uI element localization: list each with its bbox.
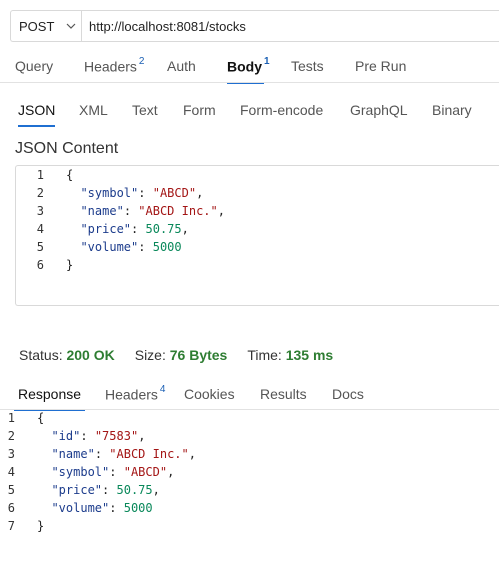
tab-text[interactable]: Text (132, 102, 158, 118)
tab-label: GraphQL (350, 102, 408, 118)
json-content-title: JSON Content (15, 140, 119, 157)
time-label: Time: (247, 347, 282, 363)
tab-pre-run[interactable]: Pre Run (355, 58, 406, 74)
url-input[interactable]: http://localhost:8081/stocks (82, 19, 246, 34)
tab-binary[interactable]: Binary (432, 102, 472, 118)
tab-label: Query (15, 58, 54, 74)
tab-tests[interactable]: Tests (291, 58, 324, 74)
tab-label: Results (260, 386, 307, 402)
line-text: "symbol": "ABCD", (80, 186, 204, 200)
tab-label: Form (183, 102, 216, 118)
tab-body[interactable]: Body 1 (227, 56, 270, 84)
code-line: 3 "name": "ABCD Inc.", (16, 202, 499, 220)
code-line: 3 "name": "ABCD Inc.", (0, 445, 497, 463)
code-line: 4 "price": 50.75, (16, 220, 499, 238)
response-headers-count-badge: 4 (159, 384, 166, 395)
line-text: "volume": 5000 (51, 501, 153, 515)
tab-label: Binary (432, 102, 472, 118)
code-line: 2 "symbol": "ABCD", (16, 184, 499, 202)
chevron-down-icon (66, 23, 76, 29)
line-number: 1 (7, 411, 15, 425)
divider (0, 82, 499, 83)
tab-label: XML (79, 102, 108, 118)
code-line: 2 "id": "7583", (0, 427, 497, 445)
line-text: "name": "ABCD Inc.", (80, 204, 225, 218)
tab-graphql[interactable]: GraphQL (350, 102, 408, 118)
code-line: 4 "symbol": "ABCD", (0, 463, 497, 481)
tab-cookies[interactable]: Cookies (184, 386, 235, 402)
tab-form[interactable]: Form (183, 102, 216, 118)
line-text: "price": 50.75, (51, 483, 160, 497)
response-body: 1{2 "id": "7583", 3 "name": "ABCD Inc.", 4… (0, 409, 497, 535)
tab-auth[interactable]: Auth (167, 58, 196, 74)
tab-response[interactable]: Response (13, 386, 86, 411)
tab-headers[interactable]: Headers 2 (84, 56, 145, 75)
line-number: 6 (36, 258, 44, 272)
code-line: 6 "volume": 5000 (0, 499, 497, 517)
line-number: 2 (36, 186, 44, 200)
tab-label: Body (227, 58, 262, 75)
tab-json[interactable]: JSON (18, 102, 56, 127)
tab-label: Auth (167, 58, 196, 74)
tab-response-headers[interactable]: Headers 4 (105, 384, 166, 403)
line-text: { (66, 168, 74, 182)
tab-label: Tests (291, 58, 324, 74)
tab-label: Text (132, 102, 158, 118)
tab-xml[interactable]: XML (79, 102, 108, 118)
tab-query[interactable]: Query (15, 58, 53, 74)
url-bar: POST http://localhost:8081/stocks (10, 10, 499, 42)
size-item: Size: 76 Bytes (135, 347, 228, 363)
line-text: "symbol": "ABCD", (51, 465, 175, 479)
code-line: 1{ (16, 166, 499, 184)
request-body-editor[interactable]: 1{2 "symbol": "ABCD", 3 "name": "ABCD Inc… (15, 165, 499, 306)
line-number: 4 (36, 222, 44, 236)
code-line: 1{ (0, 409, 497, 427)
line-text: } (37, 519, 45, 533)
line-number: 5 (36, 240, 44, 254)
code-line: 7} (0, 517, 497, 535)
tab-docs[interactable]: Docs (332, 386, 364, 402)
size-label: Size: (134, 347, 166, 363)
line-text: "id": "7583", (51, 429, 146, 443)
headers-count-badge: 2 (138, 56, 145, 67)
tab-label: Form-encode (240, 102, 324, 118)
method-label: POST (19, 18, 55, 34)
code-line: 5 "volume": 5000 (16, 238, 499, 256)
status-value: 200 OK (66, 347, 115, 363)
body-count-badge: 1 (264, 56, 270, 67)
request-code: 1{2 "symbol": "ABCD", 3 "name": "ABCD Inc… (16, 166, 499, 274)
response-status-bar: Status: 200 OK Size: 76 Bytes Time: 135 … (19, 347, 353, 363)
line-number: 2 (7, 429, 15, 443)
tab-label: Headers (84, 58, 137, 75)
status-item: Status: 200 OK (19, 347, 115, 363)
line-text: "price": 50.75, (80, 222, 189, 236)
code-line: 5 "price": 50.75, (0, 481, 497, 499)
tab-label: Pre Run (355, 58, 407, 74)
line-text: } (66, 258, 74, 272)
tab-label: Docs (332, 386, 364, 402)
line-number: 1 (36, 168, 44, 182)
line-number: 5 (7, 483, 15, 497)
method-select[interactable]: POST (11, 11, 82, 41)
line-number: 3 (7, 447, 15, 461)
line-number: 4 (7, 465, 15, 479)
time-value: 135 ms (285, 347, 334, 363)
size-value: 76 Bytes (169, 347, 228, 363)
tab-label: Cookies (184, 386, 235, 402)
line-text: "volume": 5000 (80, 240, 182, 254)
tab-results[interactable]: Results (260, 386, 307, 402)
tab-form-encode[interactable]: Form-encode (240, 102, 323, 118)
time-item: Time: 135 ms (247, 347, 333, 363)
line-number: 7 (7, 519, 15, 533)
tab-label: JSON (18, 102, 56, 118)
code-line: 6} (16, 256, 499, 274)
line-number: 3 (36, 204, 44, 218)
status-label: Status: (19, 347, 63, 363)
line-number: 6 (7, 501, 15, 515)
line-text: { (37, 411, 45, 425)
line-text: "name": "ABCD Inc.", (51, 447, 196, 461)
tab-label: Response (18, 386, 82, 402)
tab-label: Headers (105, 386, 158, 403)
